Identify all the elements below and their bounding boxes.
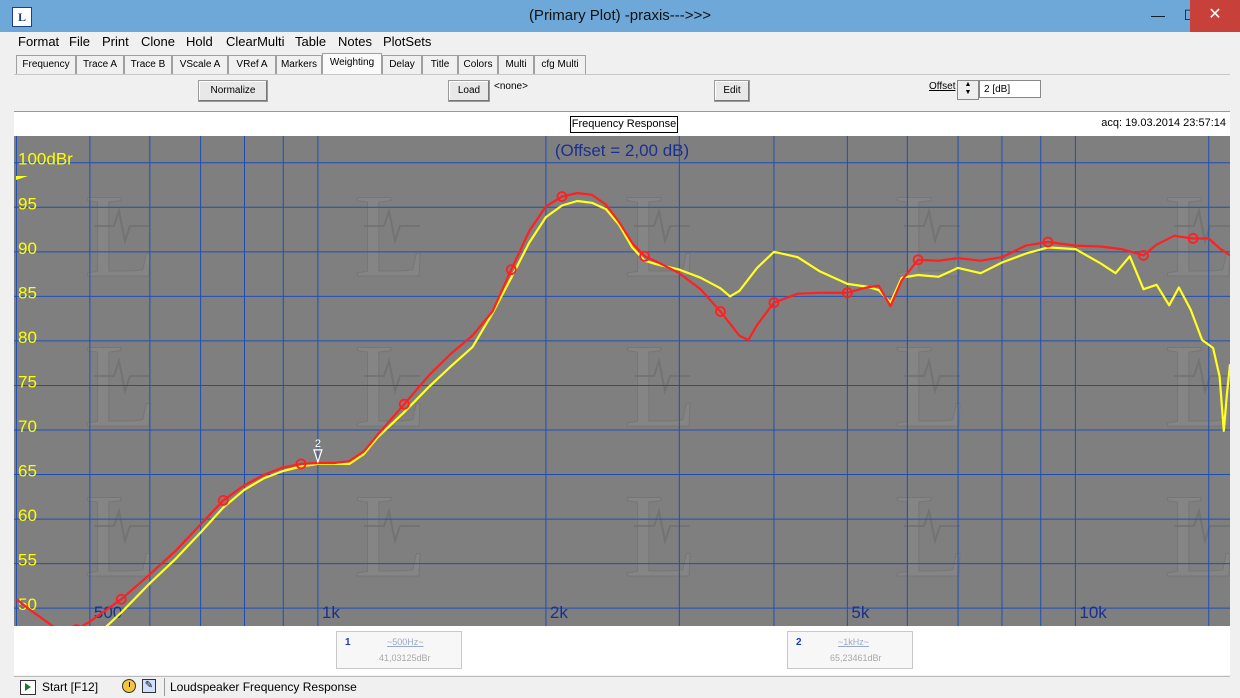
- plot-frame: Frequency Response acq: 19.03.2014 23:57…: [14, 111, 1230, 675]
- edit-button[interactable]: Edit: [714, 80, 750, 102]
- cursor-label: 2: [315, 438, 321, 450]
- load-file-value: <none>: [494, 81, 528, 92]
- marker-readout-2[interactable]: 2 ~1kHz~ 65,23461dBr: [787, 631, 913, 669]
- weighting-toolbar: Normalize Load <none> Edit Offset ▲ ▼ 2 […: [14, 74, 1230, 111]
- y-tick-label: 80: [18, 328, 37, 347]
- y-tick-label: 85: [18, 283, 37, 302]
- tab-title[interactable]: Title: [422, 55, 458, 74]
- frequency-response-chart[interactable]: L L L L LL L L L LL L L L L (Offset = 2,00 dB) 100dB…: [14, 136, 1230, 626]
- status-separator: [164, 678, 165, 696]
- marker-number: 1: [345, 637, 351, 648]
- close-icon[interactable]: ✕: [1190, 0, 1240, 32]
- offset-input[interactable]: 2 [dB]: [979, 80, 1041, 98]
- status-description: Loudspeaker Frequency Response: [170, 680, 357, 694]
- offset-note: (Offset = 2,00 dB): [555, 141, 689, 160]
- status-bar: Start [F12] ✎ Loudspeaker Frequency Resp…: [14, 676, 1230, 697]
- marker-frequency[interactable]: ~1kHz~: [838, 637, 869, 647]
- tab-vscale-a[interactable]: VScale A: [172, 55, 228, 74]
- tab-multi[interactable]: Multi: [498, 55, 534, 74]
- menu-clearmulti[interactable]: ClearMulti: [226, 34, 285, 49]
- marker-value: 65,23461dBr: [830, 653, 882, 663]
- load-button[interactable]: Load: [448, 80, 490, 102]
- tab-markers[interactable]: Markers: [276, 55, 322, 74]
- y-tick-label: 95: [18, 194, 37, 213]
- data-point: [72, 624, 81, 626]
- watermark-glyph: L: [894, 469, 967, 602]
- y-tick-label: 75: [18, 372, 37, 391]
- tab-trace-a[interactable]: Trace A: [76, 55, 124, 74]
- offset-label: Offset: [929, 81, 956, 92]
- watermark-glyph: L: [84, 469, 157, 602]
- watermark-glyph: L: [84, 169, 157, 302]
- y-tick-label: 65: [18, 462, 37, 481]
- watermark-glyph: L: [354, 169, 427, 302]
- offset-spinner[interactable]: ▲ ▼: [957, 80, 979, 100]
- y-tick-label: 50: [18, 595, 37, 614]
- watermark-glyph: L: [624, 469, 697, 602]
- y-tick-label: 90: [18, 239, 37, 258]
- menu-file[interactable]: File: [69, 34, 90, 49]
- y-tick-label: 70: [18, 417, 37, 436]
- tab-delay[interactable]: Delay: [382, 55, 422, 74]
- marker-value: 41,03125dBr: [379, 653, 431, 663]
- menu-hold[interactable]: Hold: [186, 34, 213, 49]
- watermark-glyph: L: [354, 469, 427, 602]
- x-tick-label: 5k: [851, 603, 869, 622]
- marker-number: 2: [796, 637, 802, 648]
- x-tick-label: 10k: [1079, 603, 1107, 622]
- watermark-glyph: L: [624, 169, 697, 302]
- menu-table[interactable]: Table: [295, 34, 326, 49]
- watermark-glyph: L: [894, 169, 967, 302]
- menu-plotsets[interactable]: PlotSets: [383, 34, 431, 49]
- minimize-icon[interactable]: —: [1142, 0, 1174, 32]
- tab-trace-b[interactable]: Trace B: [124, 55, 172, 74]
- marker-frequency[interactable]: ~500Hz~: [387, 637, 424, 647]
- tab-weighting[interactable]: Weighting: [322, 53, 382, 75]
- x-tick-label: 500: [94, 603, 122, 622]
- menu-clone[interactable]: Clone: [141, 34, 175, 49]
- tab-frequency[interactable]: Frequency: [16, 55, 76, 74]
- wand-icon[interactable]: ✎: [142, 679, 156, 693]
- plot-title[interactable]: Frequency Response: [570, 116, 678, 133]
- y-tick-label: 100dBr: [18, 150, 73, 169]
- menu-print[interactable]: Print: [102, 34, 129, 49]
- tab-colors[interactable]: Colors: [458, 55, 498, 74]
- title-bar[interactable]: L (Primary Plot) -praxis--->>> — ☐ ✕: [0, 0, 1240, 32]
- start-button[interactable]: Start [F12]: [42, 680, 98, 694]
- menu-format[interactable]: Format: [18, 34, 59, 49]
- play-icon[interactable]: [20, 680, 36, 695]
- y-tick-label: 60: [18, 506, 37, 525]
- x-tick-label: 1k: [322, 603, 340, 622]
- acquisition-timestamp: acq: 19.03.2014 23:57:14: [1101, 117, 1226, 129]
- watermark-glyph: L: [1164, 469, 1230, 602]
- y-tick-label: 55: [18, 551, 37, 570]
- tab-cfg-multi[interactable]: cfg Multi: [534, 55, 586, 74]
- marker-readout-1[interactable]: 1 ~500Hz~ 41,03125dBr: [336, 631, 462, 669]
- x-tick-label: 2k: [550, 603, 568, 622]
- window-title: (Primary Plot) -praxis--->>>: [528, 7, 712, 24]
- normalize-button[interactable]: Normalize: [198, 80, 268, 102]
- plot-background: [14, 136, 1230, 626]
- menu-notes[interactable]: Notes: [338, 34, 372, 49]
- menu-bar: Format File Print Clone Hold ClearMulti …: [14, 32, 1230, 52]
- application-window: L (Primary Plot) -praxis--->>> — ☐ ✕ For…: [0, 0, 1240, 698]
- tab-bar: Frequency Trace A Trace B VScale A VRef …: [14, 53, 1230, 75]
- tab-vref-a[interactable]: VRef A: [228, 55, 276, 74]
- clock-icon[interactable]: [122, 679, 136, 693]
